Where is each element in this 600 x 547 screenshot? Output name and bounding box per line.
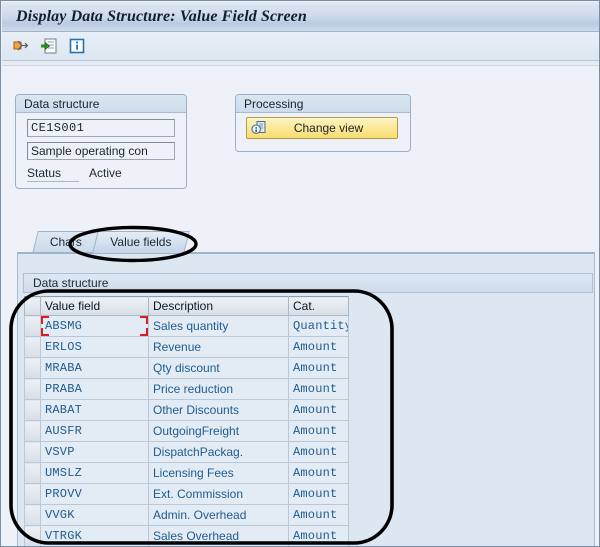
data-structure-description-input[interactable]	[27, 142, 175, 160]
cell-cat[interactable]: Amount	[288, 462, 349, 484]
cell-cat[interactable]: Amount	[288, 483, 349, 505]
sap-window: Display Data Structure: Value Field Scre…	[0, 0, 600, 547]
table-row[interactable]: RABAT Other Discounts Amount	[24, 399, 349, 421]
value-field-table: Value field Description Cat. ABSMG Sales …	[24, 296, 349, 546]
tab-chars-label: Chars	[49, 235, 82, 249]
cell-cat[interactable]: Amount	[288, 504, 349, 526]
cell-value-field[interactable]: VSVP	[40, 441, 149, 463]
row-selector[interactable]	[24, 357, 41, 379]
focus-marker-corner	[140, 328, 148, 336]
cell-value-field[interactable]: ABSMG	[40, 315, 149, 337]
cell-description[interactable]: Price reduction	[148, 378, 289, 400]
tab-strip: Chars Value fields	[17, 229, 595, 253]
table-row[interactable]: AUSFR OutgoingFreight Amount	[24, 420, 349, 442]
cell-cat[interactable]: Amount	[288, 525, 349, 546]
data-structure-key-input[interactable]	[27, 119, 175, 137]
cell-cat[interactable]: Amount	[288, 336, 349, 358]
cell-cat[interactable]: Amount	[288, 441, 349, 463]
change-view-button-label: Change view	[293, 121, 364, 135]
status-value: Active	[89, 166, 122, 180]
row-selector[interactable]	[24, 378, 41, 400]
table-row[interactable]: PRABA Price reduction Amount	[24, 378, 349, 400]
table-row[interactable]: VVGK Admin. Overhead Amount	[24, 504, 349, 526]
table-row[interactable]: ABSMG Sales quantity Quantity	[24, 315, 349, 337]
table-row[interactable]: MRABA Qty discount Amount	[24, 357, 349, 379]
cell-cat[interactable]: Amount	[288, 399, 349, 421]
table-panel-title: Data structure	[23, 273, 593, 293]
expand-node-icon[interactable]	[10, 35, 32, 57]
copy-view-icon	[250, 119, 268, 137]
cell-value-field[interactable]: ERLOS	[40, 336, 149, 358]
cell-value-field[interactable]: PROVV	[40, 483, 149, 505]
cell-description[interactable]: Revenue	[148, 336, 289, 358]
processing-group-legend: Processing	[236, 95, 410, 113]
status-row: Status Active	[27, 166, 177, 182]
cell-description[interactable]: Ext. Commission	[148, 483, 289, 505]
focus-marker-corner	[41, 316, 49, 324]
info-icon[interactable]	[66, 35, 88, 57]
cell-description[interactable]: Sales Overhead	[148, 525, 289, 546]
tab-value-fields[interactable]: Value fields	[92, 231, 190, 253]
table-row[interactable]: PROVV Ext. Commission Amount	[24, 483, 349, 505]
cell-cat[interactable]: Amount	[288, 357, 349, 379]
page-title: Display Data Structure: Value Field Scre…	[16, 7, 307, 25]
tab-value-fields-label: Value fields	[110, 235, 172, 249]
table-body: ABSMG Sales quantity Quantity ERLOS Revenue A…	[24, 315, 349, 546]
cell-cat[interactable]: Amount	[288, 420, 349, 442]
cell-cat[interactable]: Amount	[288, 378, 349, 400]
row-selector[interactable]	[24, 483, 41, 505]
row-selector[interactable]	[24, 315, 41, 337]
cell-cat[interactable]: Quantity	[288, 315, 349, 337]
change-view-button[interactable]: Change view	[246, 117, 398, 139]
status-label: Status	[27, 166, 79, 182]
focus-marker-corner	[41, 328, 49, 336]
cell-value-field[interactable]: UMSLZ	[40, 462, 149, 484]
tab-chars[interactable]: Chars	[32, 231, 100, 253]
cell-value-field[interactable]: VVGK	[40, 504, 149, 526]
cell-description[interactable]: Licensing Fees	[148, 462, 289, 484]
cell-value-field[interactable]: MRABA	[40, 357, 149, 379]
select-all-header[interactable]	[24, 296, 41, 316]
focus-marker-corner	[140, 316, 148, 324]
row-selector[interactable]	[24, 504, 41, 526]
cell-value-field[interactable]: VTRGK	[40, 525, 149, 546]
column-header-description[interactable]: Description	[148, 296, 289, 316]
table-row[interactable]: UMSLZ Licensing Fees Amount	[24, 462, 349, 484]
cell-description[interactable]: DispatchPackag.	[148, 441, 289, 463]
column-header-value-field[interactable]: Value field	[40, 296, 149, 316]
table-row[interactable]: VTRGK Sales Overhead Amount	[24, 525, 349, 546]
row-selector[interactable]	[24, 525, 41, 546]
table-row[interactable]: VSVP DispatchPackag. Amount	[24, 441, 349, 463]
cell-value-field[interactable]: PRABA	[40, 378, 149, 400]
cell-description[interactable]: Qty discount	[148, 357, 289, 379]
column-header-cat[interactable]: Cat.	[288, 296, 349, 316]
cell-description[interactable]: Sales quantity	[148, 315, 289, 337]
cell-description[interactable]: Other Discounts	[148, 399, 289, 421]
toolbar-divider	[2, 61, 599, 66]
row-selector[interactable]	[24, 462, 41, 484]
table-row[interactable]: ERLOS Revenue Amount	[24, 336, 349, 358]
table-header-row: Value field Description Cat.	[24, 296, 349, 316]
data-structure-group-legend: Data structure	[16, 95, 186, 113]
row-selector[interactable]	[24, 441, 41, 463]
cell-value-field[interactable]: AUSFR	[40, 420, 149, 442]
cell-description[interactable]: OutgoingFreight	[148, 420, 289, 442]
row-selector[interactable]	[24, 399, 41, 421]
row-selector[interactable]	[24, 336, 41, 358]
row-selector[interactable]	[24, 420, 41, 442]
window-title-bar: Display Data Structure: Value Field Scre…	[2, 2, 599, 32]
application-toolbar	[2, 32, 599, 61]
cell-value-field[interactable]: RABAT	[40, 399, 149, 421]
choose-detail-icon[interactable]	[38, 35, 60, 57]
cell-description[interactable]: Admin. Overhead	[148, 504, 289, 526]
